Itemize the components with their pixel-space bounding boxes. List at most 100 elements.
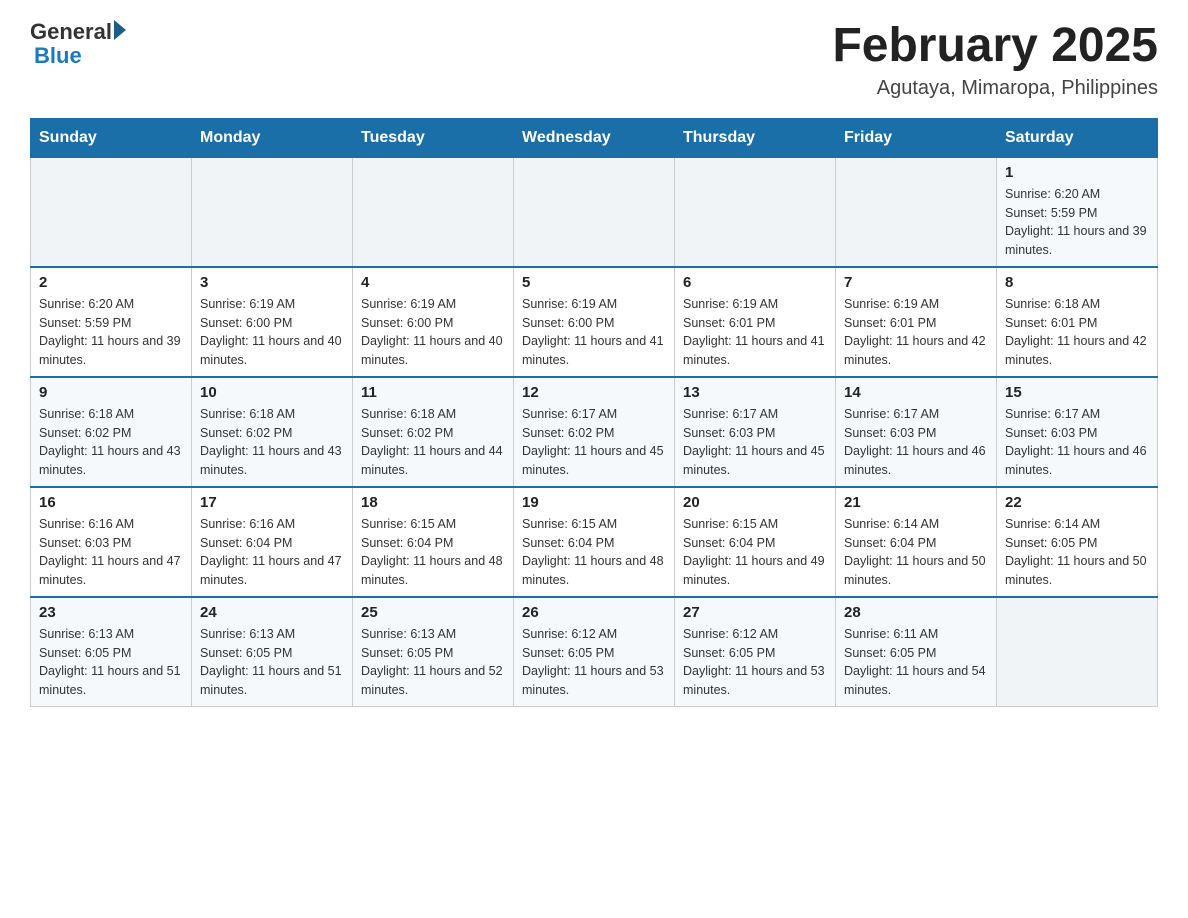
calendar-cell: 13Sunrise: 6:17 AMSunset: 6:03 PMDayligh… [675,377,836,487]
day-info: Sunrise: 6:19 AMSunset: 6:00 PMDaylight:… [522,295,666,370]
calendar-cell [997,597,1158,707]
calendar-cell: 5 Sunrise: 6:19 AMSunset: 6:00 PMDaylight… [514,267,675,377]
day-info: Sunrise: 6:17 AMSunset: 6:03 PMDaylight:… [683,405,827,480]
logo-blue: Blue [34,43,82,68]
calendar-cell: 12 Sunrise: 6:17 AMSunset: 6:02 PMDayligh… [514,377,675,487]
calendar-cell [675,157,836,267]
day-number: 20 [683,494,827,511]
calendar-cell [192,157,353,267]
calendar-cell [31,157,192,267]
day-number: 6 [683,274,827,291]
day-info: Sunrise: 6:11 AMSunset: 6:05 PMDaylight:… [844,625,988,700]
day-info: Sunrise: 6:13 AMSunset: 6:05 PMDaylight:… [200,625,344,700]
day-number: 25 [361,604,505,621]
day-number: 27 [683,604,827,621]
day-number: 4 [361,274,505,291]
day-info: Sunrise: 6:19 AMSunset: 6:01 PMDaylight:… [844,295,988,370]
day-info: Sunrise: 6:13 AMSunset: 6:05 PMDaylight:… [39,625,183,700]
calendar-cell: 28 Sunrise: 6:11 AMSunset: 6:05 PMDayligh… [836,597,997,707]
day-info: Sunrise: 6:18 AMSunset: 6:02 PMDaylight:… [361,405,505,480]
calendar-cell: 3 Sunrise: 6:19 AMSunset: 6:00 PMDaylight… [192,267,353,377]
calendar-cell: 11 Sunrise: 6:18 AMSunset: 6:02 PMDayligh… [353,377,514,487]
calendar-cell: 14 Sunrise: 6:17 AMSunset: 6:03 PMDayligh… [836,377,997,487]
day-number: 22 [1005,494,1149,511]
calendar-cell: 24 Sunrise: 6:13 AMSunset: 6:05 PMDayligh… [192,597,353,707]
calendar-header-row: SundayMondayTuesdayWednesdayThursdayFrid… [31,118,1158,157]
calendar-cell: 25 Sunrise: 6:13 AMSunset: 6:05 PMDayligh… [353,597,514,707]
calendar-cell: 18 Sunrise: 6:15 AMSunset: 6:04 PMDayligh… [353,487,514,597]
day-info: Sunrise: 6:12 AMSunset: 6:05 PMDaylight:… [683,625,827,700]
calendar-week-2: 2Sunrise: 6:20 AMSunset: 5:59 PMDaylight… [31,267,1158,377]
calendar-header-wednesday: Wednesday [514,118,675,157]
day-info: Sunrise: 6:17 AMSunset: 6:03 PMDaylight:… [844,405,988,480]
logo-arrow-icon [114,20,126,40]
day-info: Sunrise: 6:15 AMSunset: 6:04 PMDaylight:… [683,515,827,590]
day-number: 16 [39,494,183,511]
calendar-cell: 9Sunrise: 6:18 AMSunset: 6:02 PMDaylight… [31,377,192,487]
calendar-cell [514,157,675,267]
calendar-header-sunday: Sunday [31,118,192,157]
day-info: Sunrise: 6:16 AMSunset: 6:03 PMDaylight:… [39,515,183,590]
calendar-cell: 16 Sunrise: 6:16 AMSunset: 6:03 PMDayligh… [31,487,192,597]
calendar-header-friday: Friday [836,118,997,157]
logo-general: General [30,20,112,44]
calendar-cell: 4 Sunrise: 6:19 AMSunset: 6:00 PMDaylight… [353,267,514,377]
calendar-week-4: 16 Sunrise: 6:16 AMSunset: 6:03 PMDayligh… [31,487,1158,597]
day-info: Sunrise: 6:18 AMSunset: 6:02 PMDaylight:… [39,405,183,480]
calendar-cell: 23 Sunrise: 6:13 AMSunset: 6:05 PMDayligh… [31,597,192,707]
calendar-header-tuesday: Tuesday [353,118,514,157]
calendar-cell: 2Sunrise: 6:20 AMSunset: 5:59 PMDaylight… [31,267,192,377]
day-info: Sunrise: 6:20 AMSunset: 5:59 PMDaylight:… [1005,185,1149,260]
day-number: 5 [522,274,666,291]
day-number: 28 [844,604,988,621]
calendar-cell [836,157,997,267]
day-number: 24 [200,604,344,621]
day-info: Sunrise: 6:19 AMSunset: 6:00 PMDaylight:… [200,295,344,370]
day-number: 3 [200,274,344,291]
day-info: Sunrise: 6:14 AMSunset: 6:05 PMDaylight:… [1005,515,1149,590]
calendar-header-thursday: Thursday [675,118,836,157]
calendar-cell: 19Sunrise: 6:15 AMSunset: 6:04 PMDayligh… [514,487,675,597]
title-block: February 2025 Agutaya, Mimaropa, Philipp… [832,20,1158,100]
calendar-week-5: 23 Sunrise: 6:13 AMSunset: 6:05 PMDayligh… [31,597,1158,707]
page-subtitle: Agutaya, Mimaropa, Philippines [832,77,1158,100]
day-number: 23 [39,604,183,621]
day-info: Sunrise: 6:18 AMSunset: 6:02 PMDaylight:… [200,405,344,480]
day-number: 11 [361,384,505,401]
day-number: 8 [1005,274,1149,291]
day-info: Sunrise: 6:12 AMSunset: 6:05 PMDaylight:… [522,625,666,700]
calendar-cell: 8 Sunrise: 6:18 AMSunset: 6:01 PMDaylight… [997,267,1158,377]
day-info: Sunrise: 6:15 AMSunset: 6:04 PMDaylight:… [361,515,505,590]
calendar-cell: 22 Sunrise: 6:14 AMSunset: 6:05 PMDayligh… [997,487,1158,597]
day-info: Sunrise: 6:19 AMSunset: 6:00 PMDaylight:… [361,295,505,370]
calendar-cell: 20 Sunrise: 6:15 AMSunset: 6:04 PMDayligh… [675,487,836,597]
day-number: 7 [844,274,988,291]
day-info: Sunrise: 6:18 AMSunset: 6:01 PMDaylight:… [1005,295,1149,370]
calendar-cell: 6 Sunrise: 6:19 AMSunset: 6:01 PMDaylight… [675,267,836,377]
day-info: Sunrise: 6:15 AMSunset: 6:04 PMDaylight:… [522,515,666,590]
day-info: Sunrise: 6:19 AMSunset: 6:01 PMDaylight:… [683,295,827,370]
page-header: General Blue February 2025 Agutaya, Mima… [30,20,1158,100]
day-number: 1 [1005,164,1149,181]
calendar-header-saturday: Saturday [997,118,1158,157]
calendar-header-monday: Monday [192,118,353,157]
day-number: 17 [200,494,344,511]
day-info: Sunrise: 6:16 AMSunset: 6:04 PMDaylight:… [200,515,344,590]
day-info: Sunrise: 6:13 AMSunset: 6:05 PMDaylight:… [361,625,505,700]
day-number: 26 [522,604,666,621]
calendar-table: SundayMondayTuesdayWednesdayThursdayFrid… [30,118,1158,707]
day-info: Sunrise: 6:17 AMSunset: 6:03 PMDaylight:… [1005,405,1149,480]
day-number: 10 [200,384,344,401]
calendar-cell: 15 Sunrise: 6:17 AMSunset: 6:03 PMDayligh… [997,377,1158,487]
day-info: Sunrise: 6:17 AMSunset: 6:02 PMDaylight:… [522,405,666,480]
day-number: 21 [844,494,988,511]
day-number: 14 [844,384,988,401]
logo: General Blue [30,20,126,68]
day-number: 2 [39,274,183,291]
calendar-cell: 27 Sunrise: 6:12 AMSunset: 6:05 PMDayligh… [675,597,836,707]
day-number: 18 [361,494,505,511]
day-info: Sunrise: 6:14 AMSunset: 6:04 PMDaylight:… [844,515,988,590]
day-number: 12 [522,384,666,401]
calendar-cell: 10 Sunrise: 6:18 AMSunset: 6:02 PMDayligh… [192,377,353,487]
day-number: 15 [1005,384,1149,401]
